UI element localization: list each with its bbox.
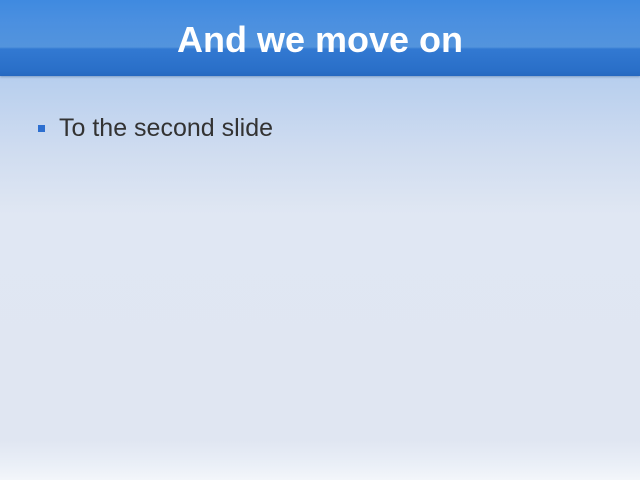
square-bullet-icon	[38, 124, 45, 132]
slide-title: And we move on	[176, 19, 464, 60]
slide-title-bar: And we move on	[0, 0, 640, 76]
bullet-text: To the second slide	[59, 114, 274, 142]
bullet-item: To the second slide	[38, 112, 618, 144]
slide-content: To the second slide	[38, 112, 618, 144]
